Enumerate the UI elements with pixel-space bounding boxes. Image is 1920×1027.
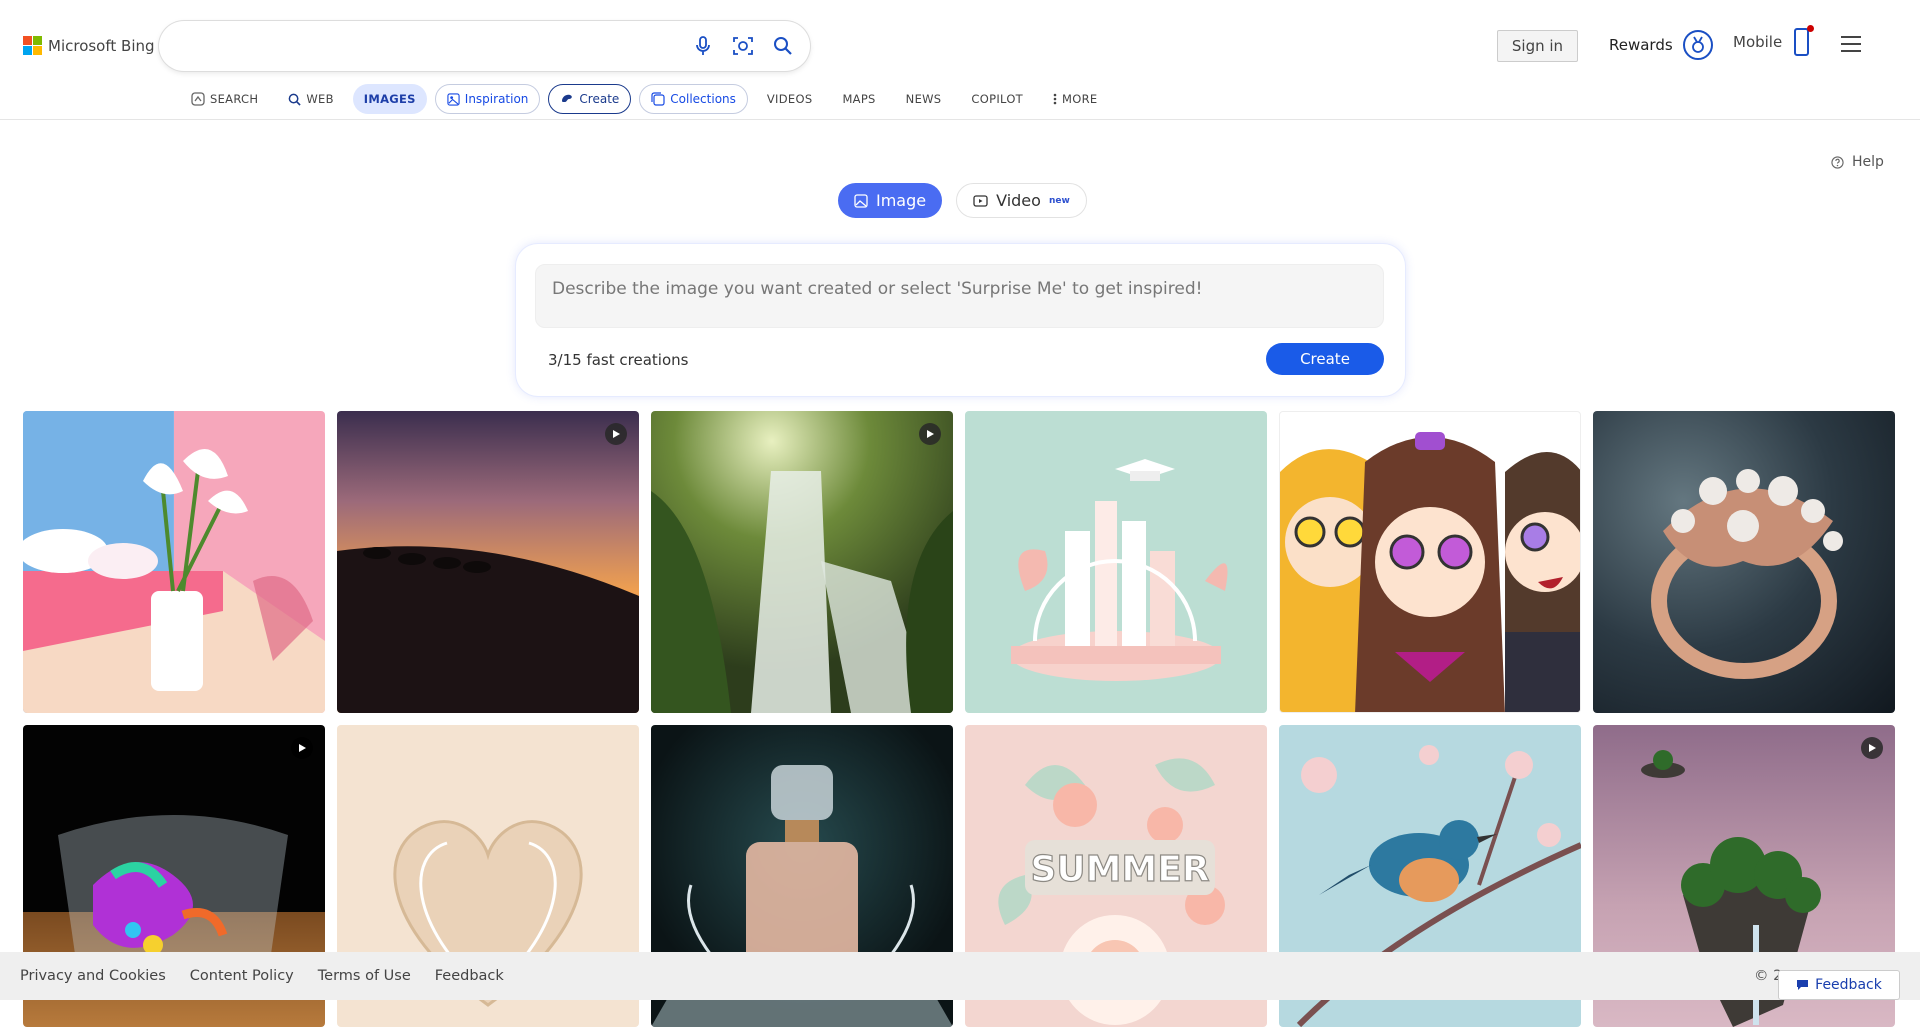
gallery-tile-pearl-ring[interactable] <box>1593 411 1895 713</box>
nav-collections[interactable]: Collections <box>639 84 748 114</box>
gallery-tile-anime-friends[interactable] <box>1279 411 1581 713</box>
create-button[interactable]: Create <box>1266 343 1384 375</box>
bing-logo[interactable]: Microsoft Bing <box>23 36 155 55</box>
play-icon <box>1861 737 1883 759</box>
nav-search-label: SEARCH <box>210 92 259 106</box>
nav-maps-label: MAPS <box>842 92 876 106</box>
collections-icon <box>651 92 665 106</box>
footer-link-terms[interactable]: Terms of Use <box>318 968 411 984</box>
inspiration-gallery: SUMMER <box>23 411 1897 1027</box>
nav-search[interactable]: SEARCH <box>180 84 269 114</box>
nav-copilot[interactable]: COPILOT <box>960 84 1034 114</box>
footer-link-content-policy[interactable]: Content Policy <box>190 968 294 984</box>
gallery-tile-paper-city[interactable] <box>965 411 1267 713</box>
nav-images-label: IMAGES <box>363 92 416 106</box>
footer: Privacy and Cookies Content Policy Terms… <box>0 952 1920 1000</box>
feedback-icon <box>1797 980 1809 990</box>
nav-news-label: NEWS <box>905 92 942 106</box>
help-icon <box>1831 155 1844 169</box>
svg-text:SUMMER: SUMMER <box>1030 849 1209 890</box>
visual-search-icon[interactable] <box>730 33 756 59</box>
inspiration-icon <box>447 92 460 106</box>
gallery-tile-calla-lilies[interactable] <box>23 411 325 713</box>
rewards-label: Rewards <box>1609 36 1673 54</box>
video-icon <box>973 194 988 207</box>
video-mode-label: Video <box>996 191 1041 210</box>
nav-images[interactable]: IMAGES <box>352 84 427 114</box>
feedback-button-label: Feedback <box>1815 977 1882 993</box>
phone-icon <box>1794 25 1815 56</box>
nav-web[interactable]: WEB <box>277 84 344 114</box>
nav-web-label: WEB <box>306 92 334 106</box>
search-input[interactable] <box>159 21 810 71</box>
notification-dot <box>1807 25 1815 32</box>
nav-create[interactable]: Create <box>548 84 632 114</box>
play-icon <box>605 423 627 445</box>
nav-more-label: MORE <box>1062 92 1098 106</box>
video-mode-button[interactable]: Video new <box>956 183 1087 218</box>
nav-copilot-label: COPILOT <box>971 92 1024 106</box>
nav-collections-label: Collections <box>670 92 736 106</box>
footer-link-feedback[interactable]: Feedback <box>435 968 504 984</box>
prompt-input[interactable]: Describe the image you want created or s… <box>535 264 1384 328</box>
brand-name: Microsoft Bing <box>48 36 155 55</box>
image-mode-label: Image <box>876 191 927 210</box>
help-label: Help <box>1852 154 1884 170</box>
scope-nav: SEARCH WEB IMAGES Inspiration Create Col… <box>180 84 1116 114</box>
feedback-button[interactable]: Feedback <box>1778 970 1900 1000</box>
nav-inspiration-label: Inspiration <box>464 92 529 106</box>
play-icon <box>291 737 313 759</box>
nav-maps[interactable]: MAPS <box>831 84 886 114</box>
gallery-tile-forest-waterfall[interactable] <box>651 411 953 713</box>
mobile-label: Mobile <box>1733 33 1783 51</box>
microphone-icon[interactable] <box>690 33 716 59</box>
microsoft-logo-icon <box>23 36 42 55</box>
image-mode-button[interactable]: Image <box>838 183 943 218</box>
copilot-icon <box>191 92 205 106</box>
mobile-button[interactable]: Mobile <box>1733 25 1815 56</box>
nav-more[interactable]: MORE <box>1042 84 1108 114</box>
nav-news[interactable]: NEWS <box>895 84 953 114</box>
help-link[interactable]: Help <box>1831 154 1884 170</box>
search-icon[interactable] <box>770 33 796 59</box>
header: Microsoft Bing Sign in Rewards Mobile SE… <box>0 0 1920 120</box>
rewards-button[interactable]: Rewards <box>1609 30 1713 60</box>
sign-in-button[interactable]: Sign in <box>1497 30 1578 62</box>
search-icon <box>288 93 301 106</box>
nav-videos-label: VIDEOS <box>766 92 813 106</box>
more-icon <box>1053 93 1057 105</box>
fast-creations-count: 3/15 fast creations <box>548 351 689 369</box>
rewards-medal-icon <box>1682 30 1713 60</box>
nav-create-label: Create <box>579 92 620 106</box>
nav-videos[interactable]: VIDEOS <box>756 84 824 114</box>
hamburger-menu-icon[interactable] <box>1841 36 1861 52</box>
nav-inspiration[interactable]: Inspiration <box>434 84 541 114</box>
image-icon <box>854 193 868 208</box>
create-icon <box>562 94 573 102</box>
create-panel: Describe the image you want created or s… <box>516 244 1405 396</box>
gallery-tile-desert-camels[interactable] <box>337 411 639 713</box>
play-icon <box>919 423 941 445</box>
mode-toggle: Image Video new <box>838 183 1087 218</box>
new-badge: new <box>1048 195 1070 206</box>
footer-link-privacy[interactable]: Privacy and Cookies <box>20 968 166 984</box>
